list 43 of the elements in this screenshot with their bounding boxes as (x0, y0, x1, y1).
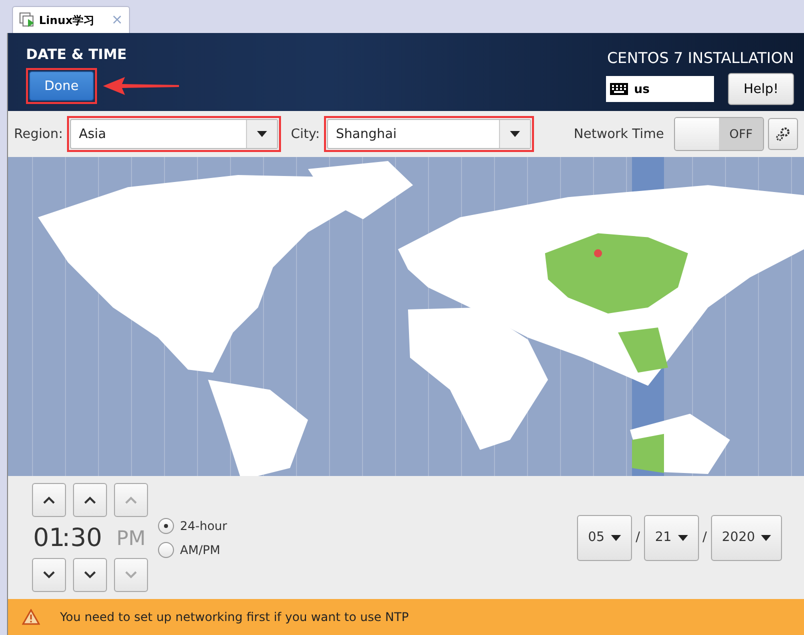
screen-title: DATE & TIME (26, 47, 128, 63)
region-label: Region: (14, 126, 63, 142)
city-dropdown[interactable]: Shanghai (326, 119, 531, 149)
dropdown-arrow-icon (510, 131, 520, 137)
increment-button[interactable] (32, 483, 66, 517)
time-format-option[interactable]: AM/PM (158, 542, 228, 558)
dropdown-arrow-icon (256, 131, 267, 137)
done-button[interactable]: Done (29, 71, 94, 101)
tab-label: Linux学习 (39, 12, 95, 28)
increment-button[interactable] (73, 483, 107, 517)
down-chevron-icon (125, 571, 137, 579)
time-format-option[interactable]: 24-hour (158, 518, 228, 534)
network-time-switch[interactable]: OFF (674, 117, 764, 151)
product-title: CENTOS 7 INSTALLATION (607, 49, 794, 67)
up-chevron-icon (125, 496, 137, 504)
up-chevron-icon (43, 496, 55, 504)
date-separator: / (636, 530, 640, 545)
minutes-value: 30 (70, 523, 102, 552)
up-chevron-icon (84, 496, 96, 504)
date-dropdown[interactable]: 21 (644, 514, 699, 560)
dropdown-arrow-icon (761, 534, 771, 540)
period-value: PM (116, 526, 146, 550)
settings-icon (775, 126, 791, 142)
settings-button[interactable] (768, 118, 798, 150)
keyboard-icon (610, 83, 628, 95)
document-tab[interactable]: Linux学习 × (12, 6, 130, 33)
date-dropdown[interactable]: 2020 (710, 514, 782, 560)
keyboard-layout-field[interactable]: us (606, 76, 714, 102)
dropdown-arrow-icon (610, 534, 621, 540)
down-chevron-icon (84, 571, 96, 579)
date-separator: / (702, 530, 707, 545)
date-dropdown[interactable]: 05 (577, 514, 632, 560)
virtual-machine-icon (19, 12, 35, 28)
warning-icon (22, 609, 40, 625)
city-label: City: (290, 126, 320, 142)
decrement-button[interactable] (73, 558, 107, 592)
decrement-button[interactable] (32, 558, 66, 592)
warning-message: You need to set up networking first if you want to use NTP (60, 610, 409, 624)
help-button[interactable]: Help! (728, 73, 794, 105)
region-dropdown[interactable]: Asia (70, 119, 278, 149)
network-time-label: Network Time (574, 126, 664, 142)
down-chevron-icon (43, 571, 55, 579)
dropdown-arrow-icon (678, 534, 688, 540)
